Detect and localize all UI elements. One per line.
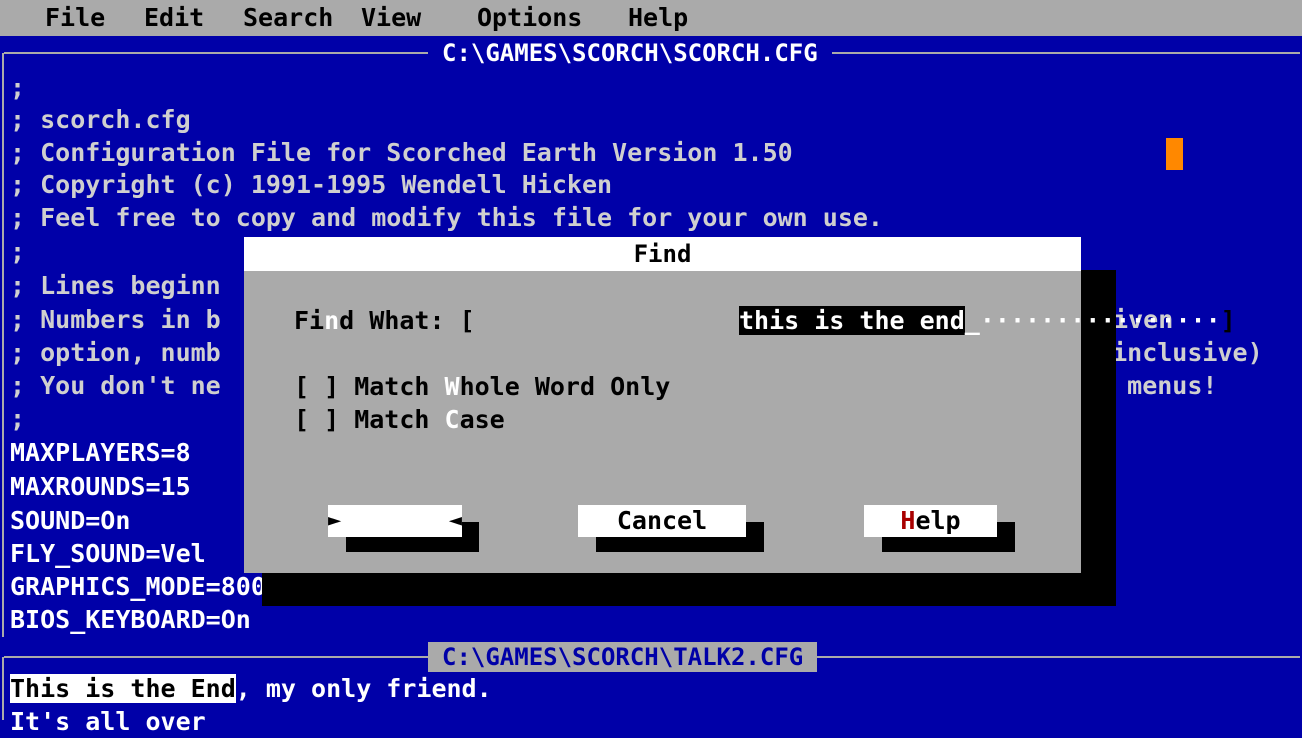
editor-line: ; Configuration File for Scorched Earth … xyxy=(10,138,793,167)
menu-help[interactable]: Help xyxy=(628,3,688,33)
find-what-value: this is the end xyxy=(739,306,965,335)
bottom-window-title[interactable]: C:\GAMES\SCORCH\TALK2.CFG xyxy=(428,642,818,672)
editor-line: ; xyxy=(10,73,26,102)
find-dialog-title: Find xyxy=(244,237,1081,271)
editor-line: ; xyxy=(10,404,26,433)
editor-line: ; Feel free to copy and modify this file… xyxy=(10,203,883,232)
find-what-input[interactable]: this is the end_················] xyxy=(739,305,1236,337)
editor-line: ; option, numb xyxy=(10,338,221,367)
search-match-highlight: This is the End xyxy=(10,674,236,703)
editor-line: ; scorch.cfg xyxy=(10,105,191,134)
find-what-cursor: _ xyxy=(964,306,980,335)
menu-bar: File Edit Search View Options Help xyxy=(0,0,1302,36)
editor-line: MAXPLAYERS=8 xyxy=(10,438,191,467)
editor-line: ; Copyright (c) 1991-1995 Wendell Hicken xyxy=(10,170,613,199)
editor-line: FLY_SOUND=Vel xyxy=(10,539,206,568)
bottom-window-titlebar[interactable]: C:\GAMES\SCORCH\TALK2.CFG xyxy=(0,640,1302,674)
bottom-editor-line[interactable]: This is the End, my only friend. xyxy=(10,673,492,705)
focus-arrow-left-icon: ◄ xyxy=(448,508,462,533)
focus-arrow-right-icon: ► xyxy=(328,508,342,533)
find-dialog: Find Find What: [ this is the end_······… xyxy=(244,237,1236,599)
bottom-line-rest: , my only friend. xyxy=(235,674,492,703)
top-window-left-border xyxy=(2,53,4,637)
editor-line: ; You don't ne xyxy=(10,371,221,400)
top-window-titlebar: C:\GAMES\SCORCH\SCORCH.CFG xyxy=(0,36,1302,70)
editor-line: SOUND=On xyxy=(10,506,131,535)
editor-line: ; Numbers in b xyxy=(10,305,221,334)
menu-options[interactable]: Options xyxy=(477,3,582,33)
bottom-editor-line[interactable]: It's all over xyxy=(10,706,206,738)
editor-line: ; xyxy=(10,237,26,266)
menu-file[interactable]: File xyxy=(45,3,105,33)
top-window-title: C:\GAMES\SCORCH\SCORCH.CFG xyxy=(428,38,832,68)
bottom-window-left-border xyxy=(2,657,4,720)
match-case-checkbox[interactable]: [ ] Match Case xyxy=(294,404,505,436)
find-what-label: Find What: [ xyxy=(294,306,475,335)
text-cursor xyxy=(1166,138,1183,170)
ok-button[interactable]: ► OK ◄ xyxy=(328,505,462,599)
editor-line: MAXROUNDS=15 xyxy=(10,472,191,501)
editor-line: ; Lines beginn xyxy=(10,271,221,300)
editor-line: BIOS_KEYBOARD=On xyxy=(10,605,251,634)
match-whole-word-checkbox[interactable]: [ ] Match Whole Word Only xyxy=(294,371,670,403)
menu-search[interactable]: Search xyxy=(243,3,333,33)
cancel-button[interactable]: Cancel xyxy=(578,505,746,537)
menu-edit[interactable]: Edit xyxy=(144,3,204,33)
find-what-fill: ················ xyxy=(979,306,1221,335)
help-button[interactable]: Help xyxy=(864,505,997,537)
find-what-close-bracket: ] xyxy=(1220,306,1236,335)
menu-view[interactable]: View xyxy=(361,3,421,33)
